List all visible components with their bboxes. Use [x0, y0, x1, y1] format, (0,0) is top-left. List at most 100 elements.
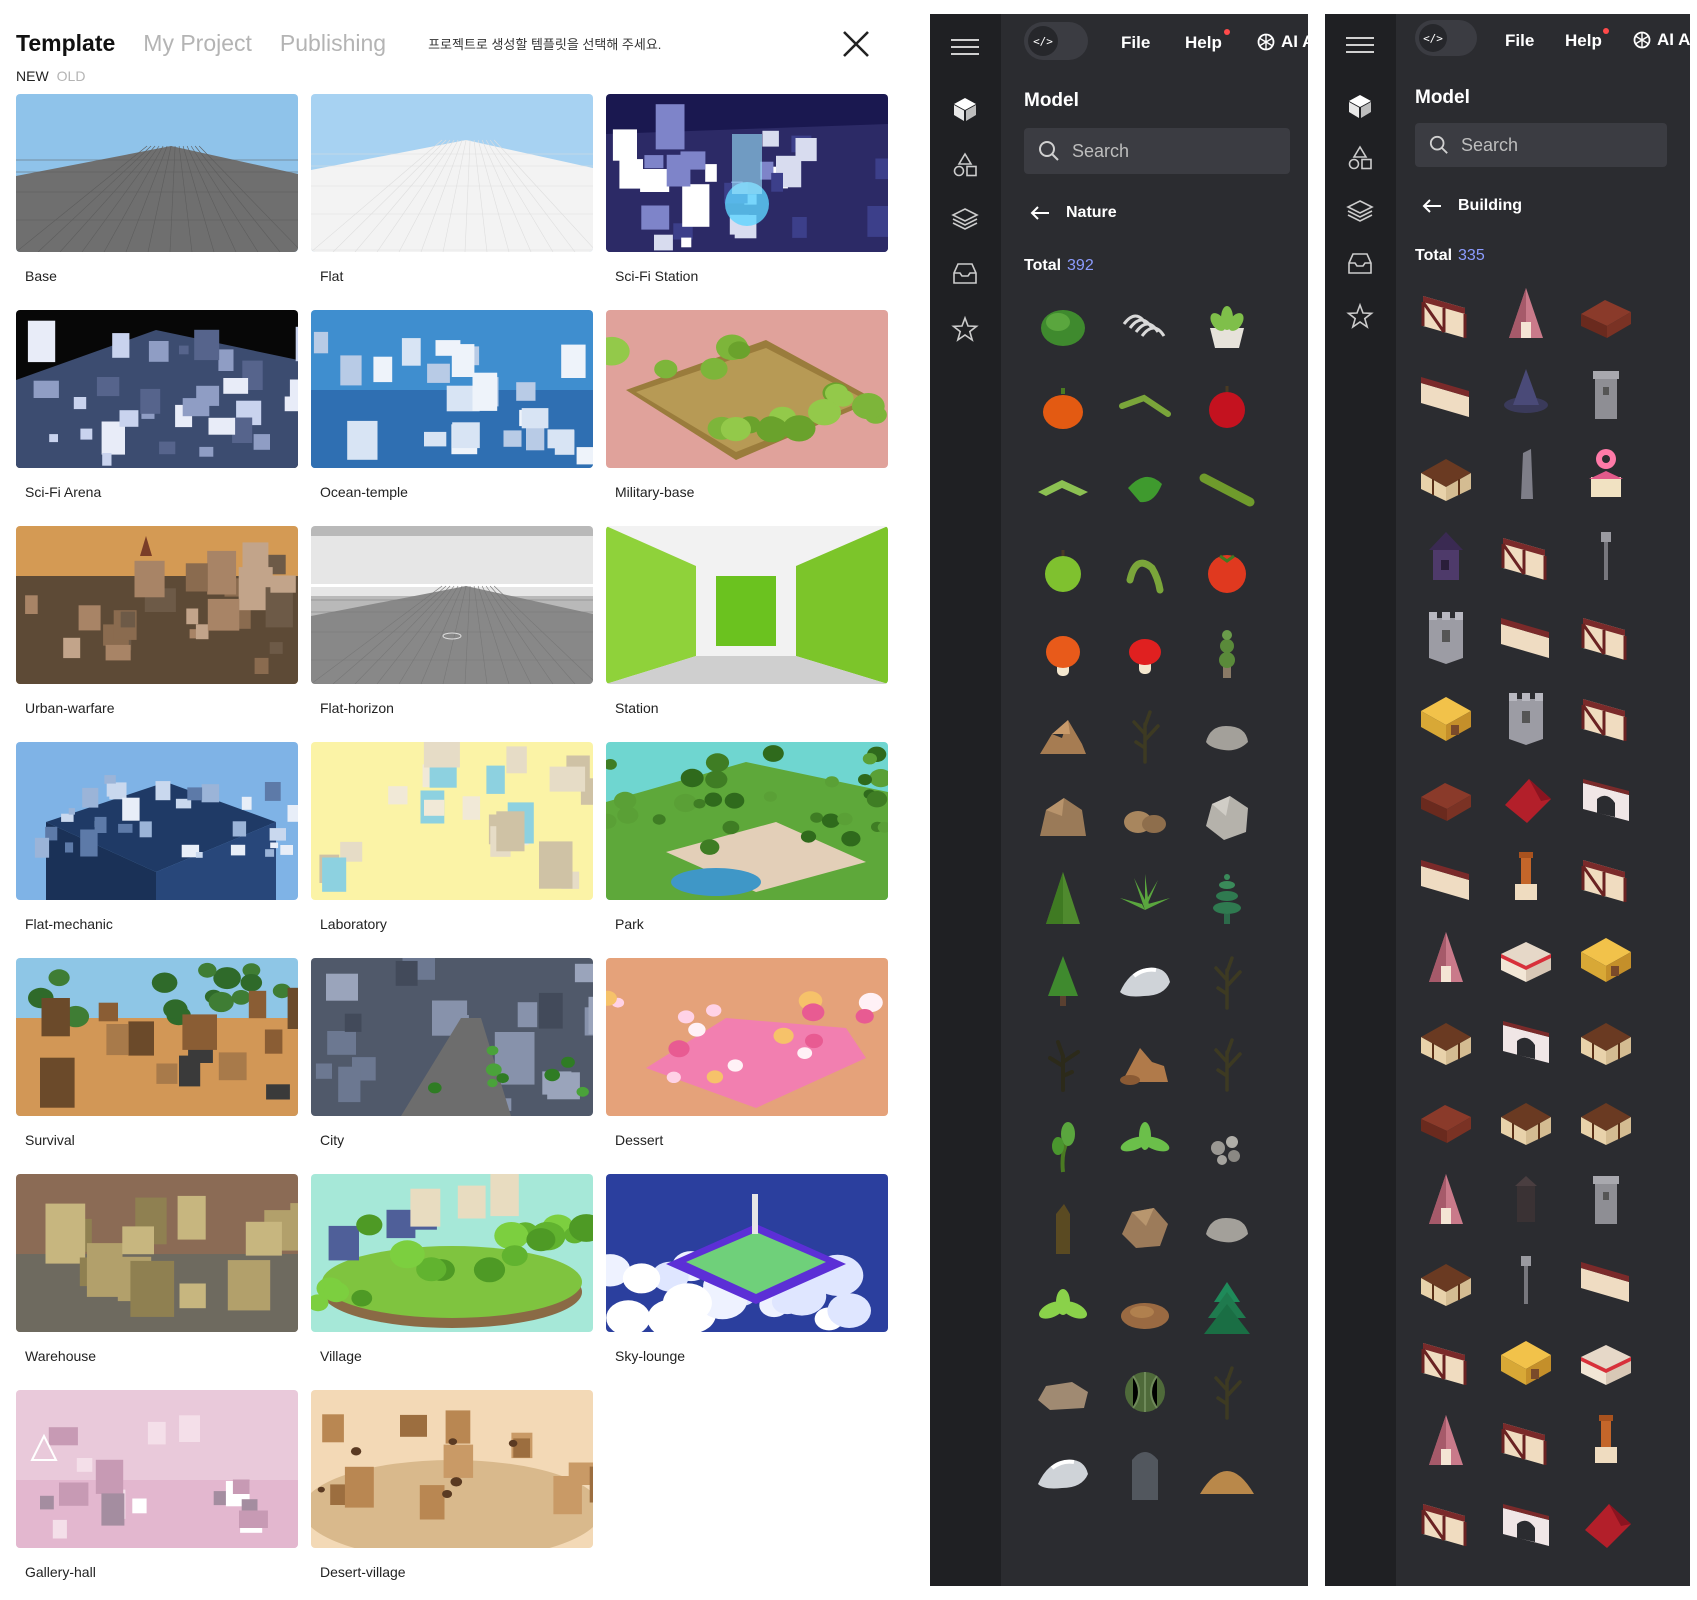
- vine-model-icon[interactable]: [1110, 536, 1180, 606]
- bush-model-icon[interactable]: [1028, 290, 1098, 360]
- leaf-angle-model-icon[interactable]: [1028, 454, 1098, 524]
- template-card[interactable]: Park: [606, 742, 888, 942]
- dead-tree-model-icon[interactable]: [1192, 946, 1262, 1016]
- apple-red-model-icon[interactable]: [1192, 372, 1262, 442]
- template-card[interactable]: Laboratory: [311, 742, 593, 942]
- house-timber-model-icon[interactable]: [1411, 1003, 1481, 1073]
- code-toggle[interactable]: </>: [1024, 22, 1088, 60]
- hamburger-menu-icon[interactable]: [951, 34, 979, 56]
- stump-model-icon[interactable]: [1028, 1192, 1098, 1262]
- menu-help[interactable]: Help: [1565, 31, 1602, 51]
- agave-model-icon[interactable]: [1110, 864, 1180, 934]
- house-timber-model-icon[interactable]: [1491, 1083, 1561, 1153]
- apple-green-model-icon[interactable]: [1028, 536, 1098, 606]
- house-timber-model-icon[interactable]: [1411, 1244, 1481, 1314]
- search-input[interactable]: [1461, 134, 1631, 156]
- template-card[interactable]: Flat: [311, 94, 593, 294]
- lamp-post-model-icon[interactable]: [1491, 1244, 1561, 1314]
- wall-panel-model-icon[interactable]: [1411, 842, 1481, 912]
- wall-timber-model-icon[interactable]: [1571, 681, 1641, 751]
- leaf-model-icon[interactable]: [1110, 454, 1180, 524]
- template-card[interactable]: Station: [606, 526, 888, 726]
- snow-rock-model-icon[interactable]: [1110, 946, 1180, 1016]
- layers-icon[interactable]: [950, 204, 980, 234]
- tower-gray-model-icon[interactable]: [1571, 1164, 1641, 1234]
- snow-rock-model-icon[interactable]: [1028, 1438, 1098, 1508]
- tab-publishing[interactable]: Publishing: [280, 30, 386, 57]
- arch-model-icon[interactable]: [1571, 761, 1641, 831]
- obelisk-model-icon[interactable]: [1491, 439, 1561, 509]
- menu-file[interactable]: File: [1505, 31, 1534, 51]
- pumpkin-model-icon[interactable]: [1028, 372, 1098, 442]
- template-card[interactable]: Gallery-hall: [16, 1390, 298, 1590]
- template-card[interactable]: Village: [311, 1174, 593, 1374]
- arch-model-icon[interactable]: [1491, 1486, 1561, 1556]
- dirt-mound-model-icon[interactable]: [1110, 1274, 1180, 1344]
- ribs-model-icon[interactable]: [1110, 290, 1180, 360]
- wall-panel-model-icon[interactable]: [1411, 359, 1481, 429]
- template-card[interactable]: Sci-Fi Arena: [16, 310, 298, 510]
- cabin-model-icon[interactable]: [1411, 761, 1481, 831]
- fern-model-icon[interactable]: [1110, 1110, 1180, 1180]
- wall-timber-model-icon[interactable]: [1411, 278, 1481, 348]
- template-card[interactable]: Base: [16, 94, 298, 294]
- cactus-ball-model-icon[interactable]: [1110, 1356, 1180, 1426]
- template-card[interactable]: City: [311, 958, 593, 1158]
- subtab-old[interactable]: OLD: [57, 68, 86, 84]
- template-card[interactable]: Survival: [16, 958, 298, 1158]
- house-purple-model-icon[interactable]: [1411, 520, 1481, 590]
- tower-castle-model-icon[interactable]: [1491, 681, 1561, 751]
- shop-model-icon[interactable]: [1491, 922, 1561, 992]
- code-toggle[interactable]: </>: [1415, 20, 1477, 56]
- template-card[interactable]: Ocean-temple: [311, 310, 593, 510]
- house-timber-model-icon[interactable]: [1571, 1003, 1641, 1073]
- dead-tree-dark-model-icon[interactable]: [1028, 1028, 1098, 1098]
- chimney-model-icon[interactable]: [1571, 1405, 1641, 1475]
- tab-my-project[interactable]: My Project: [143, 30, 252, 57]
- search-field[interactable]: [1415, 123, 1667, 167]
- roof-pink-model-icon[interactable]: [1411, 1405, 1481, 1475]
- log-model-icon[interactable]: [1192, 454, 1262, 524]
- wall-panel-model-icon[interactable]: [1491, 600, 1561, 670]
- dead-tree-model-icon[interactable]: [1110, 700, 1180, 770]
- lamp-post-model-icon[interactable]: [1571, 520, 1641, 590]
- chimney-model-icon[interactable]: [1491, 842, 1561, 912]
- shapes-icon[interactable]: [950, 150, 980, 180]
- star-icon[interactable]: [950, 314, 980, 344]
- fern-green-model-icon[interactable]: [1028, 1274, 1098, 1344]
- layers-icon[interactable]: [1345, 196, 1375, 226]
- template-card[interactable]: Sky-lounge: [606, 1174, 888, 1374]
- close-icon[interactable]: [840, 28, 872, 60]
- subtab-new[interactable]: NEW: [16, 68, 49, 84]
- template-card[interactable]: Flat-horizon: [311, 526, 593, 726]
- roof-red-model-icon[interactable]: [1571, 1486, 1641, 1556]
- branch-model-icon[interactable]: [1110, 372, 1180, 442]
- wall-timber-model-icon[interactable]: [1571, 600, 1641, 670]
- wall-panel-model-icon[interactable]: [1571, 1244, 1641, 1314]
- pine-small-model-icon[interactable]: [1028, 946, 1098, 1016]
- roof-red-model-icon[interactable]: [1491, 761, 1561, 831]
- pine-model-icon[interactable]: [1028, 864, 1098, 934]
- dead-tree-model-icon[interactable]: [1192, 1356, 1262, 1426]
- topiary-model-icon[interactable]: [1192, 618, 1262, 688]
- sand-mound-model-icon[interactable]: [1192, 1438, 1262, 1508]
- tab-template[interactable]: Template: [16, 30, 115, 57]
- wall-timber-model-icon[interactable]: [1491, 520, 1561, 590]
- template-card[interactable]: Warehouse: [16, 1174, 298, 1374]
- roof-pink-model-icon[interactable]: [1491, 278, 1561, 348]
- cabin-model-icon[interactable]: [1571, 278, 1641, 348]
- rock-pile-model-icon[interactable]: [1028, 700, 1098, 770]
- rock-brown-model-icon[interactable]: [1110, 1192, 1180, 1262]
- menu-ai[interactable]: AI A: [1632, 30, 1690, 50]
- spiral-tree-model-icon[interactable]: [1192, 864, 1262, 934]
- house-timber-model-icon[interactable]: [1571, 1083, 1641, 1153]
- pebbles-model-icon[interactable]: [1192, 1110, 1262, 1180]
- shapes-icon[interactable]: [1345, 143, 1375, 173]
- inbox-icon[interactable]: [950, 258, 980, 288]
- tower-gray-model-icon[interactable]: [1571, 359, 1641, 429]
- template-card[interactable]: Urban-warfare: [16, 526, 298, 726]
- cabin-model-icon[interactable]: [1411, 1083, 1481, 1153]
- tomato-model-icon[interactable]: [1192, 536, 1262, 606]
- inbox-icon[interactable]: [1345, 248, 1375, 278]
- roof-pink-model-icon[interactable]: [1411, 1164, 1481, 1234]
